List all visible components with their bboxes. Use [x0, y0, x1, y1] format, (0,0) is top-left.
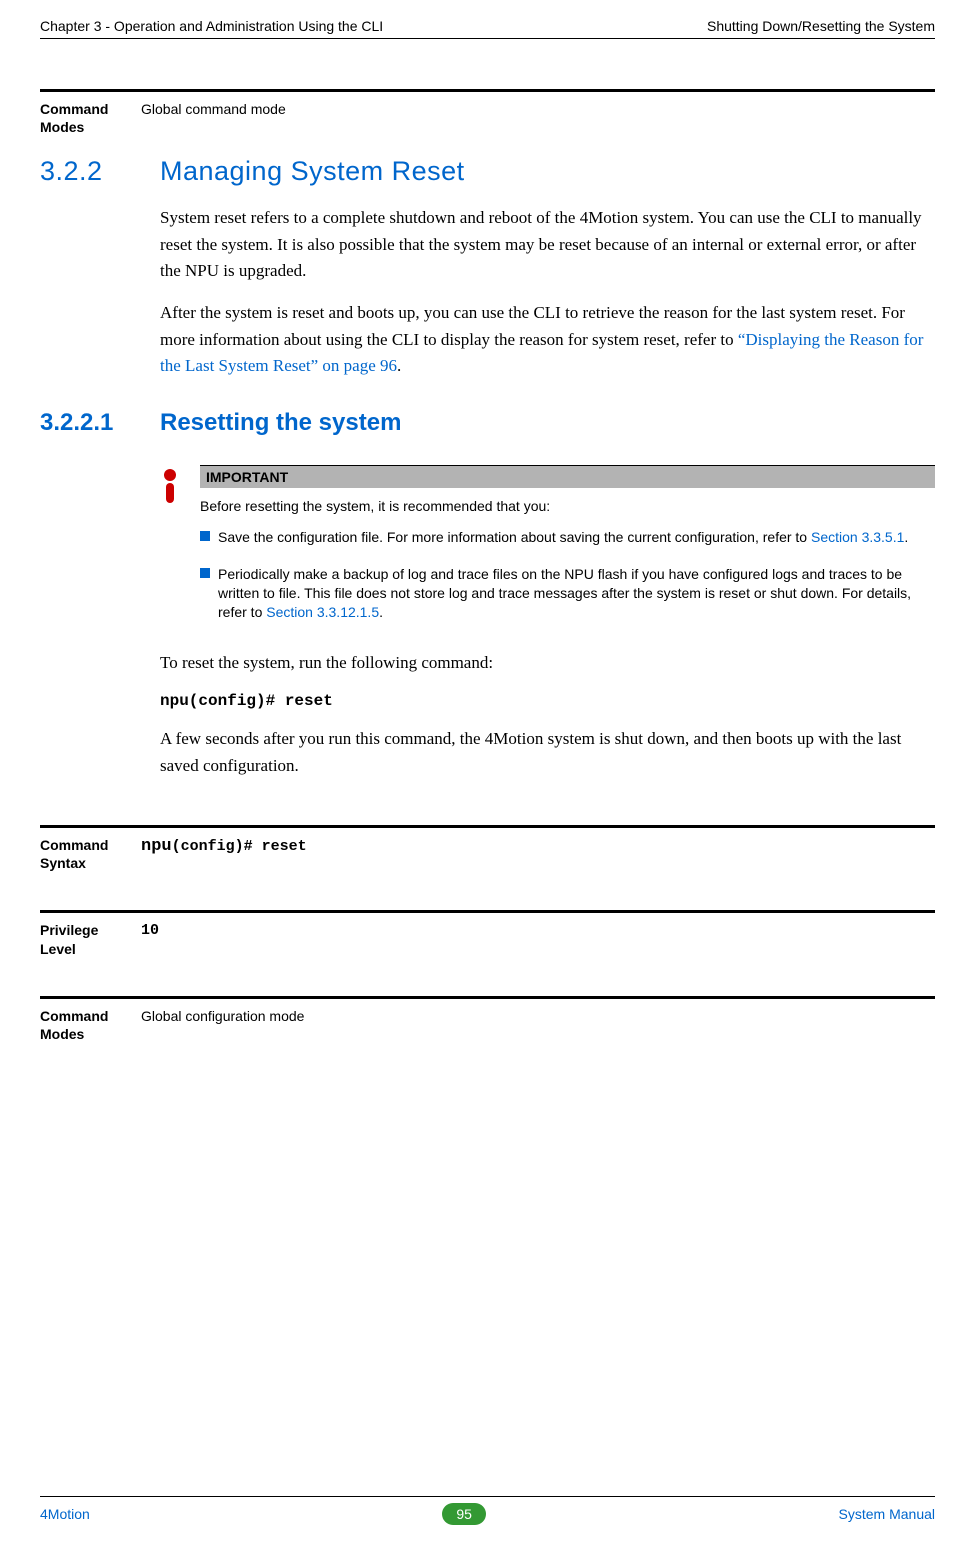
- important-icon: [160, 465, 200, 640]
- bullet1-text-a: Save the configuration file. For more in…: [218, 529, 811, 545]
- cmd-value-modes-top: Global command mode: [141, 92, 935, 136]
- page-header: Chapter 3 - Operation and Administration…: [40, 18, 935, 39]
- cmd-label-modes-top: Command Modes: [40, 92, 141, 136]
- para2-text-b: .: [397, 356, 401, 375]
- bullet2-text-b: .: [379, 604, 383, 620]
- privilege-level-block: Privilege Level 10: [40, 910, 935, 957]
- header-left: Chapter 3 - Operation and Administration…: [40, 18, 383, 34]
- section-number: 3.2.2: [40, 156, 160, 187]
- command-modes-block-top: Command Modes Global command mode: [40, 89, 935, 136]
- cmd-label-modes-bottom: Command Modes: [40, 999, 141, 1043]
- cmd-value-priv: 10: [141, 913, 935, 957]
- important-bullet-1: Save the configuration file. For more in…: [200, 528, 935, 547]
- section-heading: 3.2.2 Managing System Reset: [40, 156, 935, 187]
- reset-result: A few seconds after you run this command…: [160, 726, 935, 779]
- reset-command: npu(config)# reset: [160, 692, 935, 710]
- cmd-syntax-rest: (config)# reset: [172, 838, 307, 855]
- cmd-value-modes-bottom: Global configuration mode: [141, 999, 935, 1043]
- bullet-square-icon: [200, 531, 210, 541]
- section-para-2: After the system is reset and boots up, …: [160, 300, 935, 379]
- link-section-3351[interactable]: Section 3.3.5.1: [811, 529, 904, 545]
- cmd-syntax-npu: npu: [141, 837, 172, 856]
- cmd-value-syntax: npu(config)# reset: [141, 828, 935, 872]
- important-header: IMPORTANT: [200, 465, 935, 488]
- cmd-label-syntax: Command Syntax: [40, 828, 141, 872]
- bullet-square-icon: [200, 568, 210, 578]
- command-syntax-block: Command Syntax npu(config)# reset: [40, 825, 935, 872]
- subsection-number: 3.2.2.1: [40, 409, 160, 437]
- important-bullet-2: Periodically make a backup of log and tr…: [200, 565, 935, 622]
- cmd-label-priv: Privilege Level: [40, 913, 141, 957]
- header-right: Shutting Down/Resetting the System: [707, 18, 935, 34]
- section-title: Managing System Reset: [160, 156, 935, 187]
- section-para-1: System reset refers to a complete shutdo…: [160, 205, 935, 284]
- footer-right: System Manual: [839, 1506, 935, 1522]
- important-block: IMPORTANT Before resetting the system, i…: [160, 465, 935, 640]
- bullet1-text-b: .: [904, 529, 908, 545]
- subsection-heading: 3.2.2.1 Resetting the system: [40, 409, 935, 437]
- command-modes-block-bottom: Command Modes Global configuration mode: [40, 996, 935, 1043]
- important-intro: Before resetting the system, it is recom…: [200, 488, 935, 528]
- page-number-badge: 95: [442, 1503, 486, 1525]
- link-section-331215[interactable]: Section 3.3.12.1.5: [266, 604, 379, 620]
- subsection-title: Resetting the system: [160, 409, 935, 437]
- footer-left: 4Motion: [40, 1506, 90, 1522]
- reset-instruction: To reset the system, run the following c…: [160, 650, 935, 676]
- page-footer: 4Motion 95 System Manual: [40, 1496, 935, 1545]
